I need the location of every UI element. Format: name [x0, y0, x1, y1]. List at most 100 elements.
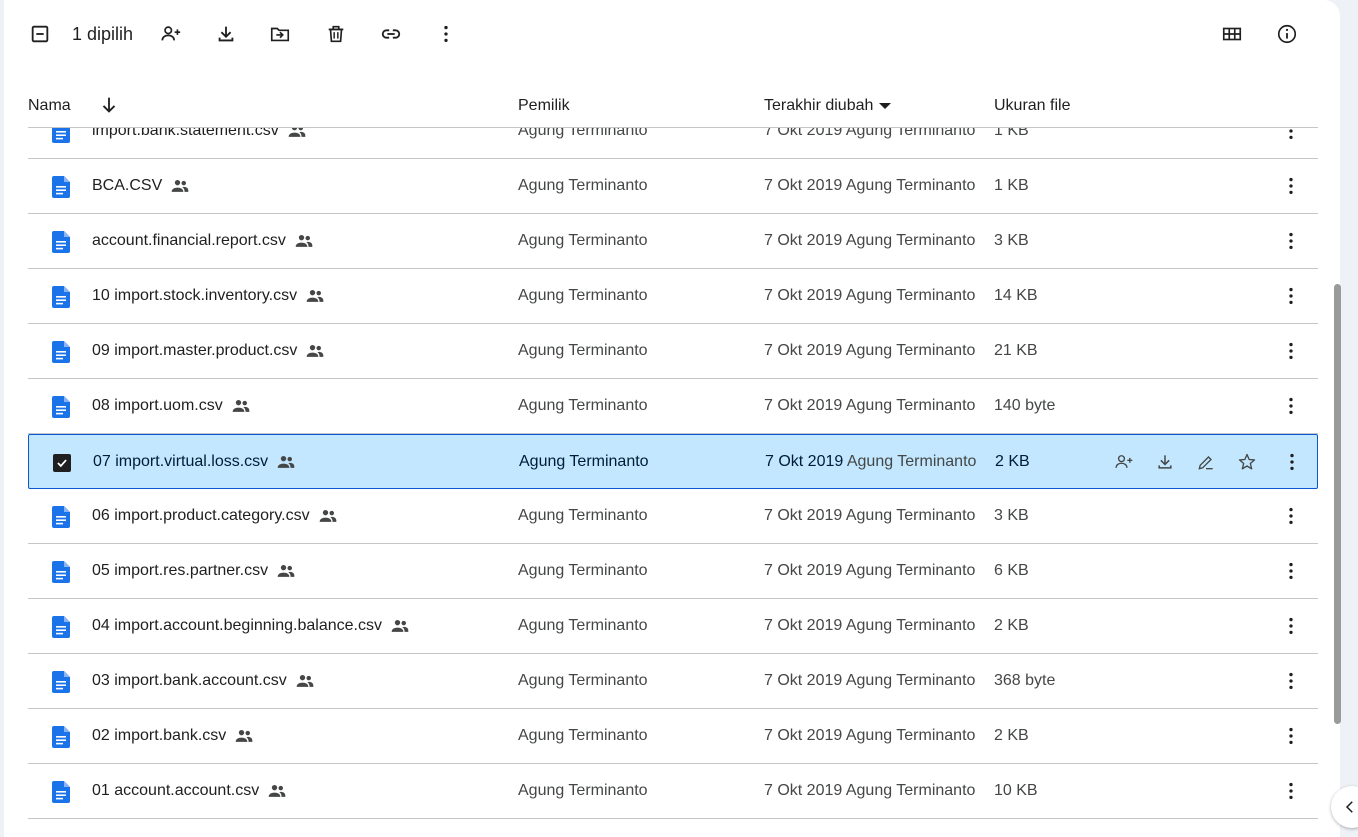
row-rename-icon[interactable] [1193, 449, 1219, 475]
file-size: 10 KB [994, 782, 1038, 799]
shared-people-icon [307, 345, 324, 357]
check-icon [57, 459, 67, 468]
file-owner: Agung Terminanto [518, 287, 648, 304]
file-doc-icon [52, 671, 70, 693]
header-modified[interactable]: Terakhir diubah [764, 95, 892, 117]
file-size: 1 KB [994, 177, 1029, 194]
file-owner: Agung Terminanto [518, 397, 648, 414]
file-doc-icon [52, 396, 70, 418]
row-more-icon[interactable] [1278, 128, 1304, 144]
file-owner: Agung Terminanto [518, 782, 648, 799]
file-doc-icon [52, 616, 70, 638]
row-more-icon[interactable] [1278, 173, 1304, 199]
file-list-panel: 1 dipilih Nama Pemilik Terakhir diubah U… [4, 0, 1342, 837]
file-modified: 7 Okt 2019 Agung Terminanto [764, 507, 976, 524]
row-more-icon[interactable] [1278, 283, 1304, 309]
shared-people-icon [235, 730, 253, 742]
file-name: 06 import.product.category.csv [92, 505, 338, 527]
row-more-icon[interactable] [1278, 613, 1304, 639]
link-icon[interactable] [371, 14, 411, 54]
file-name: 02 import.bank.csv [92, 725, 254, 747]
file-row[interactable]: 06 import.product.category.csv Agung Ter… [28, 489, 1318, 544]
header-owner[interactable]: Pemilik [518, 95, 570, 117]
file-row[interactable]: 02 import.bank.csv Agung Terminanto 7 Ok… [28, 709, 1318, 764]
file-name: 10 import.stock.inventory.csv [92, 285, 325, 307]
info-icon[interactable] [1267, 14, 1307, 54]
sort-arrow-down-icon[interactable] [98, 94, 120, 116]
file-size: 140 byte [994, 397, 1056, 414]
file-name: 05 import.res.partner.csv [92, 560, 296, 582]
file-modified: 7 Okt 2019 Agung Terminanto [765, 453, 977, 470]
file-modified: 7 Okt 2019 Agung Terminanto [764, 782, 976, 799]
file-owner: Agung Terminanto [518, 128, 648, 139]
deselect-icon[interactable] [20, 14, 60, 54]
file-owner: Agung Terminanto [519, 453, 649, 470]
file-row[interactable]: account.financial.report.csv Agung Termi… [28, 214, 1318, 269]
trash-icon[interactable] [316, 14, 356, 54]
file-row[interactable]: 05 import.res.partner.csv Agung Terminan… [28, 544, 1318, 599]
shared-people-icon [277, 565, 295, 577]
file-size: 6 KB [994, 562, 1029, 579]
row-more-icon[interactable] [1278, 558, 1304, 584]
file-modified: 7 Okt 2019 Agung Terminanto [764, 128, 976, 139]
file-row[interactable]: import.bank.statement.csv Agung Terminan… [28, 128, 1318, 159]
row-more-icon[interactable] [1278, 723, 1304, 749]
file-doc-icon [52, 726, 70, 748]
download-icon[interactable] [206, 14, 246, 54]
file-size: 2 KB [995, 453, 1030, 470]
file-size: 14 KB [994, 287, 1038, 304]
file-row[interactable]: 04 import.account.beginning.balance.csv … [28, 599, 1318, 654]
grid-view-icon[interactable] [1212, 14, 1252, 54]
row-checkbox-checked[interactable] [53, 454, 71, 472]
row-more-icon[interactable] [1278, 393, 1304, 419]
share-icon[interactable] [151, 14, 191, 54]
file-name: 09 import.master.product.csv [92, 340, 325, 362]
row-more-icon[interactable] [1278, 778, 1304, 804]
row-download-icon[interactable] [1152, 449, 1178, 475]
row-more-icon[interactable] [1279, 449, 1305, 475]
file-row[interactable]: 07 import.virtual.loss.csv Agung Termina… [28, 434, 1318, 489]
shared-people-icon [288, 128, 306, 137]
move-icon[interactable] [260, 14, 300, 54]
file-doc-icon [52, 341, 70, 363]
file-row[interactable]: 08 import.uom.csv Agung Terminanto 7 Okt… [28, 379, 1318, 434]
row-more-icon[interactable] [1278, 668, 1304, 694]
file-owner: Agung Terminanto [518, 672, 648, 689]
file-owner: Agung Terminanto [518, 232, 648, 249]
scrollbar-thumb[interactable] [1334, 284, 1341, 724]
file-name: account.financial.report.csv [92, 230, 314, 252]
header-size[interactable]: Ukuran file [994, 95, 1070, 117]
file-row[interactable]: 10 import.stock.inventory.csv Agung Term… [28, 269, 1318, 324]
row-more-icon[interactable] [1278, 503, 1304, 529]
file-modified: 7 Okt 2019 Agung Terminanto [764, 672, 976, 689]
file-doc-icon [52, 781, 70, 803]
file-row[interactable]: 01 account.account.csv Agung Terminanto … [28, 764, 1318, 819]
file-size: 2 KB [994, 727, 1029, 744]
file-owner: Agung Terminanto [518, 617, 648, 634]
shared-people-icon [296, 675, 314, 687]
row-share-icon[interactable] [1111, 449, 1137, 475]
file-modified: 7 Okt 2019 Agung Terminanto [764, 727, 976, 744]
file-row[interactable]: BCA.CSV Agung Terminanto 7 Okt 2019 Agun… [28, 159, 1318, 214]
row-star-icon[interactable] [1234, 449, 1260, 475]
caret-down-icon [879, 102, 892, 109]
more-vert-icon[interactable] [426, 14, 466, 54]
file-name: 04 import.account.beginning.balance.csv [92, 615, 410, 637]
file-row[interactable]: 09 import.master.product.csv Agung Termi… [28, 324, 1318, 379]
file-owner: Agung Terminanto [518, 507, 648, 524]
shared-people-icon [268, 785, 286, 797]
file-size: 3 KB [994, 507, 1029, 524]
file-size: 21 KB [994, 342, 1038, 359]
file-modified: 7 Okt 2019 Agung Terminanto [764, 562, 976, 579]
file-row[interactable]: 03 import.bank.account.csv Agung Termina… [28, 654, 1318, 709]
file-size: 368 byte [994, 672, 1056, 689]
file-doc-icon [52, 176, 70, 198]
scrollbar[interactable] [1332, 128, 1342, 820]
row-more-icon[interactable] [1278, 338, 1304, 364]
row-more-icon[interactable] [1278, 228, 1304, 254]
selected-count: 1 dipilih [72, 24, 134, 44]
file-name: 03 import.bank.account.csv [92, 670, 315, 692]
header-name[interactable]: Nama [28, 95, 71, 117]
file-name: 01 account.account.csv [92, 780, 287, 802]
chevron-left-icon [1345, 801, 1353, 813]
